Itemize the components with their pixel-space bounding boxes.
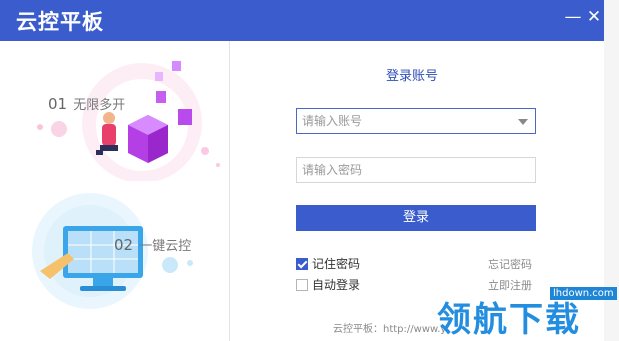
- title-bar: 云控平板 — ✕: [0, 0, 604, 41]
- feature-cloud-control: 02 一键云控: [114, 235, 191, 254]
- auto-login-checkbox[interactable]: [296, 278, 308, 291]
- password-placeholder: 请输入密码: [302, 163, 363, 177]
- footer-url: 云控平板：http://www.y: [333, 324, 447, 335]
- auto-login-label: 自动登录: [312, 278, 361, 292]
- account-input[interactable]: 请输入账号: [296, 108, 536, 134]
- cloud-control-illustration: [32, 193, 193, 309]
- remember-password-checkbox[interactable]: [296, 257, 308, 270]
- account-placeholder: 请输入账号: [302, 114, 363, 128]
- password-input[interactable]: 请输入密码: [296, 157, 536, 183]
- remember-password-option[interactable]: 记住密码: [296, 255, 360, 272]
- register-link[interactable]: 立即注册: [488, 277, 532, 293]
- auto-login-option[interactable]: 自动登录: [296, 276, 360, 293]
- login-title: 登录账号: [386, 69, 439, 84]
- app-title: 云控平板: [16, 10, 104, 34]
- close-icon[interactable]: ✕: [585, 8, 603, 26]
- watermark-text: 领航下载: [437, 300, 581, 340]
- chevron-down-icon[interactable]: [518, 119, 528, 125]
- feature-number: 01: [48, 95, 68, 113]
- minimize-icon[interactable]: —: [564, 8, 582, 26]
- feature-panel: 01 无限多开 02 一键云控: [0, 41, 230, 341]
- feature-multi-instance: 01 无限多开: [48, 94, 125, 113]
- login-button[interactable]: 登录: [296, 205, 536, 231]
- feature-number: 02: [114, 236, 134, 254]
- feature-label: 一键云控: [139, 239, 192, 254]
- feature-label: 无限多开: [73, 98, 126, 113]
- forgot-password-link[interactable]: 忘记密码: [488, 256, 532, 272]
- remember-password-label: 记住密码: [312, 257, 361, 271]
